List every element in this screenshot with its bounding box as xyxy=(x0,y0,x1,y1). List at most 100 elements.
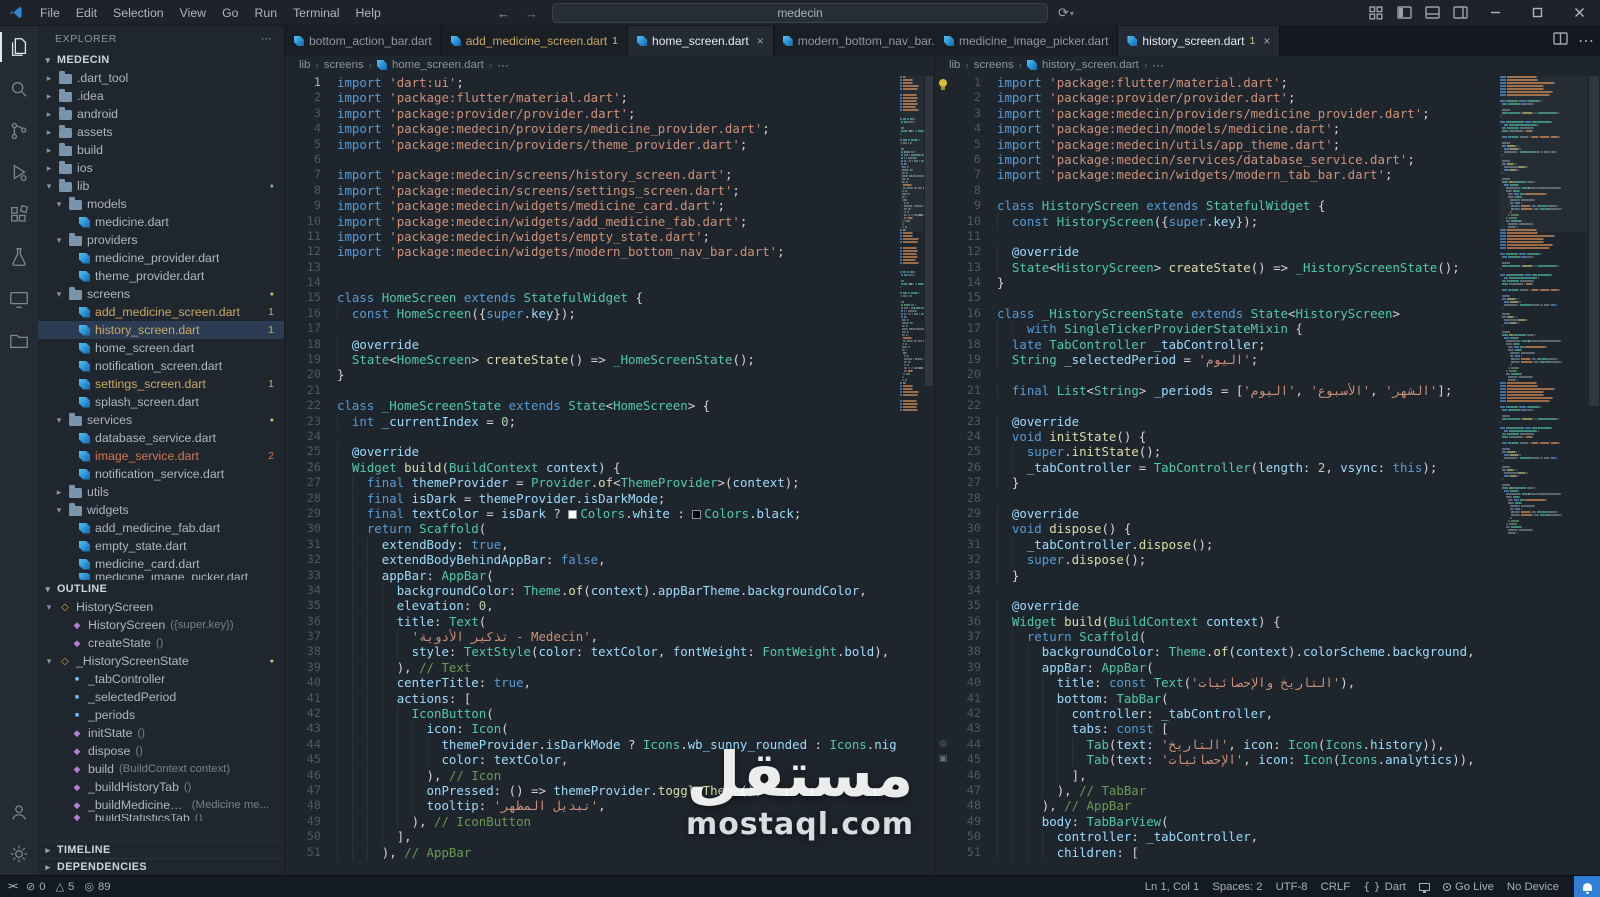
code-line-21[interactable]: 21 final List<String> _periods = ['اليوم… xyxy=(935,382,1496,398)
breadcrumb-item[interactable]: lib xyxy=(949,59,960,71)
breadcrumb-item[interactable]: screens xyxy=(324,59,364,71)
status-screen[interactable] xyxy=(1418,876,1430,897)
code-line-6[interactable]: 6 import 'package:medecin/services/databa… xyxy=(935,152,1496,167)
accounts-icon[interactable] xyxy=(0,791,38,833)
menu-selection[interactable]: Selection xyxy=(105,0,172,26)
code-line-41[interactable]: 41 actions: [ xyxy=(285,690,896,706)
tree-folder-lib[interactable]: ▾ lib ● xyxy=(38,177,284,195)
lightbulb-icon[interactable] xyxy=(939,78,947,90)
menu-go[interactable]: Go xyxy=(214,0,246,26)
split-editor-icon[interactable] xyxy=(1553,32,1568,50)
menu-edit[interactable]: Edit xyxy=(68,0,105,26)
breadcrumb-item[interactable]: lib xyxy=(299,59,310,71)
breadcrumb-more[interactable]: ⋯ xyxy=(1152,58,1163,72)
dependencies-section-header[interactable]: ▸ DEPENDENCIES xyxy=(38,858,284,875)
code-line-14[interactable]: 14} xyxy=(935,275,1496,290)
tree-folder-providers[interactable]: ▾ providers xyxy=(38,231,284,249)
code-line-38[interactable]: 38 backgroundColor: Theme.of(context).co… xyxy=(935,644,1496,660)
back-icon[interactable]: ← xyxy=(497,6,510,21)
code-line-9[interactable]: 9 import 'package:medecin/widgets/medicin… xyxy=(285,198,896,213)
code-line-1[interactable]: 1 import 'package:flutter/material.dart'; xyxy=(935,75,1496,90)
tree-folder-utils[interactable]: ▸ utils xyxy=(38,483,284,501)
code-line-12[interactable]: 12 import 'package:medecin/widgets/modern… xyxy=(285,244,896,259)
code-line-29[interactable]: 29 @override xyxy=(935,505,1496,521)
code-line-20[interactable]: 20 xyxy=(935,367,1496,382)
code-line-35[interactable]: 35 @override xyxy=(935,598,1496,614)
code-line-38[interactable]: 38 style: TextStyle(color: textColor, fo… xyxy=(285,644,896,660)
code-line-24[interactable]: 24 void initState() { xyxy=(935,428,1496,444)
status-go-live[interactable]: Go Live xyxy=(1442,876,1494,897)
code-line-23[interactable]: 23 int _currentIndex = 0; xyxy=(285,413,896,429)
code-line-19[interactable]: 19 State<HomeScreen> createState() => _H… xyxy=(285,352,896,368)
code-line-11[interactable]: 11 import 'package:medecin/widgets/empty_… xyxy=(285,229,896,244)
outline-item-_buildStatisticsTab[interactable]: ◆ _buildStatisticsTab () xyxy=(38,814,284,821)
code-line-48[interactable]: 48 ), // AppBar xyxy=(935,798,1496,814)
code-line-34[interactable]: 34 xyxy=(935,583,1496,598)
code-line-42[interactable]: 42 controller: _tabController, xyxy=(935,706,1496,722)
menu-terminal[interactable]: Terminal xyxy=(285,0,347,26)
code-line-1[interactable]: 1 import 'dart:ui'; xyxy=(285,75,896,90)
code-line-32[interactable]: 32 super.dispose(); xyxy=(935,552,1496,568)
status-utf-8[interactable]: UTF-8 xyxy=(1276,876,1308,897)
code-line-2[interactable]: 2 import 'package:flutter/material.dart'; xyxy=(285,90,896,105)
editor-actions-more-icon[interactable]: ⋯ xyxy=(1578,31,1594,51)
tree-folder-.dart_tool[interactable]: ▸ .dart_tool xyxy=(38,69,284,87)
code-line-51[interactable]: 51 children: [ xyxy=(935,844,1496,860)
code-line-45[interactable]: 45 color: textColor, xyxy=(285,752,896,768)
remote-explorer-icon[interactable] xyxy=(0,278,38,320)
code-line-26[interactable]: 26 _tabController = TabController(length… xyxy=(935,459,1496,475)
code-line-39[interactable]: 39 appBar: AppBar( xyxy=(935,659,1496,675)
scrollbar-thumb[interactable] xyxy=(925,76,933,386)
breadcrumb-more[interactable]: ⋯ xyxy=(497,58,508,72)
sync-icon[interactable]: ⟳ ▾ xyxy=(1058,0,1074,26)
code-line-39[interactable]: 39 ), // Text xyxy=(285,659,896,675)
tree-folder-assets[interactable]: ▸ assets xyxy=(38,123,284,141)
tree-file-database_service.dart[interactable]: database_service.dart xyxy=(38,429,284,447)
code-line-22[interactable]: 22 xyxy=(935,398,1496,413)
code-line-20[interactable]: 20} xyxy=(285,367,896,382)
status-spaces-2[interactable]: Spaces: 2 xyxy=(1212,876,1262,897)
tree-file-notification_service.dart[interactable]: notification_service.dart xyxy=(38,465,284,483)
status-no-device[interactable]: No Device xyxy=(1507,876,1559,897)
code-line-15[interactable]: 15 xyxy=(935,290,1496,305)
code-line-5[interactable]: 5 import 'package:medecin/utils/app_theme… xyxy=(935,137,1496,152)
code-line-2[interactable]: 2 import 'package:provider/provider.dart'… xyxy=(935,90,1496,105)
minimap[interactable] xyxy=(1500,76,1588,875)
tree-file-medicine.dart[interactable]: medicine.dart xyxy=(38,213,284,231)
code-line-51[interactable]: 51 ), // AppBar xyxy=(285,844,896,860)
code-line-15[interactable]: 15 class HomeScreen extends StatefulWidge… xyxy=(285,290,896,305)
code-line-18[interactable]: 18 @override xyxy=(285,336,896,352)
code-line-34[interactable]: 34 backgroundColor: Theme.of(context).ap… xyxy=(285,582,896,598)
code-line-49[interactable]: 49 ), // IconButton xyxy=(285,813,896,829)
code-line-44[interactable]: ◎ 44 Tab(text: 'التاريخ', icon: Icon(Icon… xyxy=(935,736,1496,752)
testing-icon[interactable] xyxy=(0,236,38,278)
code-line-45[interactable]: ▣ 45 Tab(text: 'الإحصائيات', icon: Icon(I… xyxy=(935,752,1496,768)
toggle-panel-icon[interactable] xyxy=(1418,0,1446,26)
code-line-48[interactable]: 48 tooltip: 'تبديل المظهر', xyxy=(285,798,896,814)
code-line-26[interactable]: 26 Widget build(BuildContext context) { xyxy=(285,459,896,475)
code-line-40[interactable]: 40 title: const Text('التاريخ والإحصائيا… xyxy=(935,675,1496,691)
tree-file-empty_state.dart[interactable]: empty_state.dart xyxy=(38,537,284,555)
tree-file-image_service.dart[interactable]: image_service.dart 2 xyxy=(38,447,284,465)
tree-folder-widgets[interactable]: ▾ widgets xyxy=(38,501,284,519)
code-line-23[interactable]: 23 @override xyxy=(935,413,1496,429)
tab-add_medicine_screen.dart[interactable]: add_medicine_screen.dart 1 xyxy=(441,26,629,56)
tree-folder-services[interactable]: ▾ services ● xyxy=(38,411,284,429)
menu-help[interactable]: Help xyxy=(348,0,389,26)
code-line-36[interactable]: 36 title: Text( xyxy=(285,613,896,629)
code-line-33[interactable]: 33 appBar: AppBar( xyxy=(285,567,896,583)
tree-folder-ios[interactable]: ▸ ios xyxy=(38,159,284,177)
code-line-17[interactable]: 17 with SingleTickerProviderStateMixin { xyxy=(935,321,1496,337)
tree-file-settings_screen.dart[interactable]: settings_screen.dart 1 xyxy=(38,375,284,393)
code-line-35[interactable]: 35 elevation: 0, xyxy=(285,598,896,614)
tree-folder-models[interactable]: ▾ models xyxy=(38,195,284,213)
code-line-25[interactable]: 25 super.initState(); xyxy=(935,444,1496,460)
explorer-more-icon[interactable]: ⋯ xyxy=(261,33,272,45)
code-line-46[interactable]: 46 ), // Icon xyxy=(285,767,896,783)
toggle-sidebar-right-icon[interactable] xyxy=(1446,0,1474,26)
code-line-42[interactable]: 42 IconButton( xyxy=(285,706,896,722)
tree-file-notification_screen.dart[interactable]: notification_screen.dart xyxy=(38,357,284,375)
code-line-36[interactable]: 36 Widget build(BuildContext context) { xyxy=(935,613,1496,629)
tab-home_screen.dart[interactable]: home_screen.dart × xyxy=(628,26,774,56)
code-line-29[interactable]: 29 final textColor = isDark ? Colors.whi… xyxy=(285,505,896,521)
